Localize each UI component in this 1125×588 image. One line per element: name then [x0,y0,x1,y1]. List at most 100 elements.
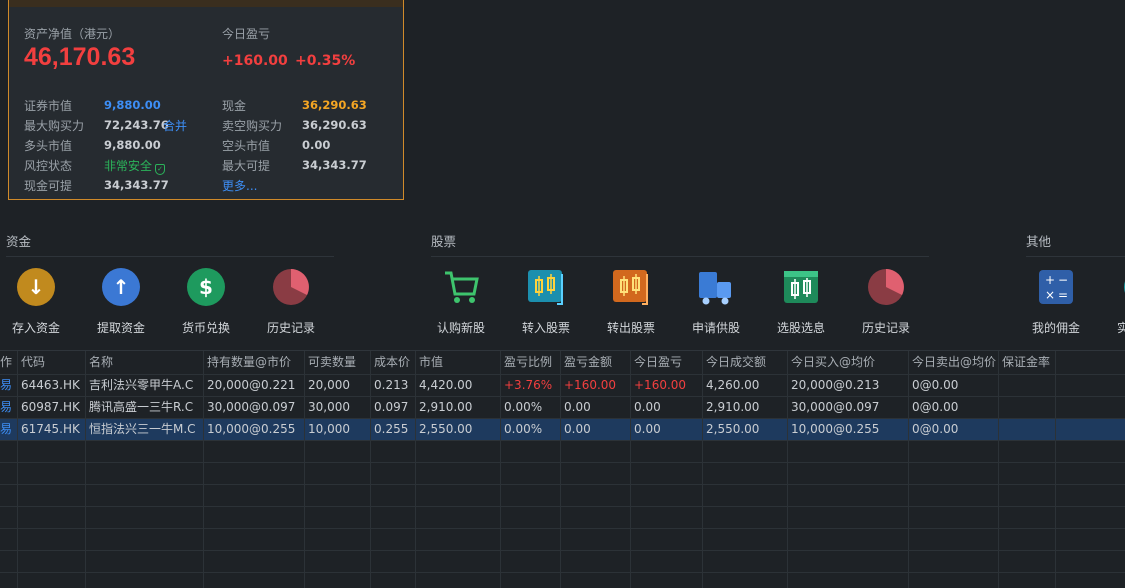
table-cell: 20,000 [308,378,350,392]
my-commission-button[interactable]: + − × = 我的佣金 [1016,268,1096,336]
merge-link[interactable]: 合并 [163,117,187,134]
risk-status: 非常安全 ✓ [104,157,166,175]
svg-text:−: − [1058,273,1068,287]
other-tile-partial[interactable]: 实 [1101,268,1125,336]
table-cell: 恒指法兴三一牛M.C [89,422,196,436]
table-cell: 30,000@0.097 [207,400,296,414]
column-header[interactable]: 市值 [415,351,500,373]
pie-chart-icon [272,268,310,306]
column-header[interactable]: 持有数量@市价 [203,351,304,373]
securities-value: 9,880.00 [104,98,161,112]
stocks-divider [431,256,929,257]
positions-table: 作代码 名称 持有数量@市价 可卖数量 成本价 市值 盈亏比例 盈亏金额 今日盈亏 今日成交额 今日… [0,350,1125,588]
table-cell: 0.255 [374,422,409,436]
grid-line [85,351,86,588]
truck-icon [697,268,735,306]
column-header[interactable]: 名称 [85,351,203,373]
column-header[interactable]: 保证金率 [998,351,1055,373]
dollar-exchange-icon: $ [187,268,225,306]
max-withdraw-value: 34,343.77 [302,158,367,172]
table-cell: 10,000@0.255 [207,422,296,436]
table-cell: 61745.HK [21,422,80,436]
table-row[interactable]: 易 60987.HK 腾讯高盛一三牛R.C 30,000@0.097 30,000 0.0… [0,396,1125,418]
table-cell: 吉利法兴零甲牛A.C [89,378,194,392]
trade-link[interactable]: 易 [0,396,17,418]
svg-text:=: = [1058,288,1068,302]
grid-line [0,462,1125,463]
securities-value-label: 证券市值 [24,99,73,113]
table-cell: 30,000 [308,400,350,414]
arrow-down-icon: ↓ [17,268,55,306]
max-withdraw-label: 最大可提 [222,159,271,173]
column-header[interactable]: 今日卖出@均价 [908,351,998,373]
table-cell: 0.213 [374,378,409,392]
column-header[interactable]: 今日成交额 [702,351,787,373]
table-cell: 2,550.00 [706,422,760,436]
table-cell [998,418,1055,440]
other-tile-partial-label: 实 [1117,321,1125,335]
shopping-cart-icon [442,268,480,306]
stocks-history-label: 历史记录 [861,321,910,335]
trade-link[interactable]: 易 [0,374,17,396]
table-cell: 4,260.00 [706,378,760,392]
table-cell: +3.76% [504,378,553,392]
other-section-title: 其他 [1026,234,1052,249]
column-header[interactable]: 作 [0,351,17,373]
table-row[interactable]: 易 64463.HK 吉利法兴零甲牛A.C 20,000@0.221 20,000 0.2… [0,374,1125,396]
table-cell: 4,420.00 [419,378,473,392]
more-link[interactable]: 更多... [222,177,257,194]
apply-rights-label: 申请供股 [691,321,740,335]
grid-line [630,351,631,588]
table-cell: 0.097 [374,400,409,414]
column-header[interactable]: 成本价 [370,351,415,373]
long-value-label: 多头市值 [24,139,73,153]
short-value: 0.00 [302,138,331,152]
withdraw-funds-label: 提取资金 [96,321,145,335]
column-header[interactable]: 可卖数量 [304,351,370,373]
withdraw-funds-button[interactable]: ↑ 提取资金 [81,268,161,336]
cash-withdraw-value: 34,343.77 [104,178,169,192]
table-cell [998,396,1055,418]
column-header[interactable]: 今日买入@均价 [787,351,908,373]
subscribe-ipo-label: 认购新股 [436,321,485,335]
table-cell: 10,000 [308,422,350,436]
table-header: 作代码 名称 持有数量@市价 可卖数量 成本价 市值 盈亏比例 盈亏金额 今日盈亏 今日成交额 今日… [0,351,1125,373]
long-value: 9,880.00 [104,138,161,152]
account-summary-card: 资产净值（港元） 46,170.63 今日盈亏 +160.00 +0.35% 证… [8,0,404,200]
table-row[interactable]: 易 61745.HK 恒指法兴三一牛M.C 10,000@0.255 10,000 0.2… [0,418,1125,440]
short-value-label: 空头市值 [222,139,271,153]
transfer-out-stock-button[interactable]: 转出股票 [591,268,671,336]
table-cell: 0.00 [564,422,591,436]
risk-status-label: 风控状态 [24,159,73,173]
column-header[interactable]: 代码 [17,351,85,373]
subscribe-ipo-button[interactable]: 认购新股 [421,268,501,336]
today-pl-percent: +0.35% [295,53,356,69]
currency-exchange-button[interactable]: $ 货币兑换 [166,268,246,336]
candlestick-out-icon [612,268,650,306]
trade-link[interactable]: 易 [0,418,17,440]
short-buy-label: 卖空购买力 [222,119,283,133]
column-header[interactable]: 盈亏金额 [560,351,630,373]
stock-picker-button[interactable]: 选股选息 [761,268,841,336]
table-cell: 0.00 [564,400,591,414]
deposit-funds-button[interactable]: ↓ 存入资金 [0,268,76,336]
stock-picker-label: 选股选息 [776,321,825,335]
column-header[interactable]: 今日盈亏 [630,351,702,373]
table-cell: 0.00% [504,400,543,414]
grid-line [0,550,1125,551]
table-cell: 2,550.00 [419,422,473,436]
net-asset-label: 资产净值（港元） [24,27,121,41]
grid-line [0,374,1125,375]
grid-line [1055,351,1056,588]
risk-status-value: 非常安全 [104,159,153,173]
column-header[interactable]: 盈亏比例 [500,351,560,373]
stocks-history-button[interactable]: 历史记录 [846,268,926,336]
grid-line [17,351,18,588]
transfer-in-stock-button[interactable]: 转入股票 [506,268,586,336]
apply-rights-button[interactable]: 申请供股 [676,268,756,336]
stocks-section-title: 股票 [431,234,457,249]
arrow-up-icon: ↑ [102,268,140,306]
my-commission-label: 我的佣金 [1031,321,1080,335]
funds-history-button[interactable]: 历史记录 [251,268,331,336]
table-cell: 0@0.00 [912,422,959,436]
